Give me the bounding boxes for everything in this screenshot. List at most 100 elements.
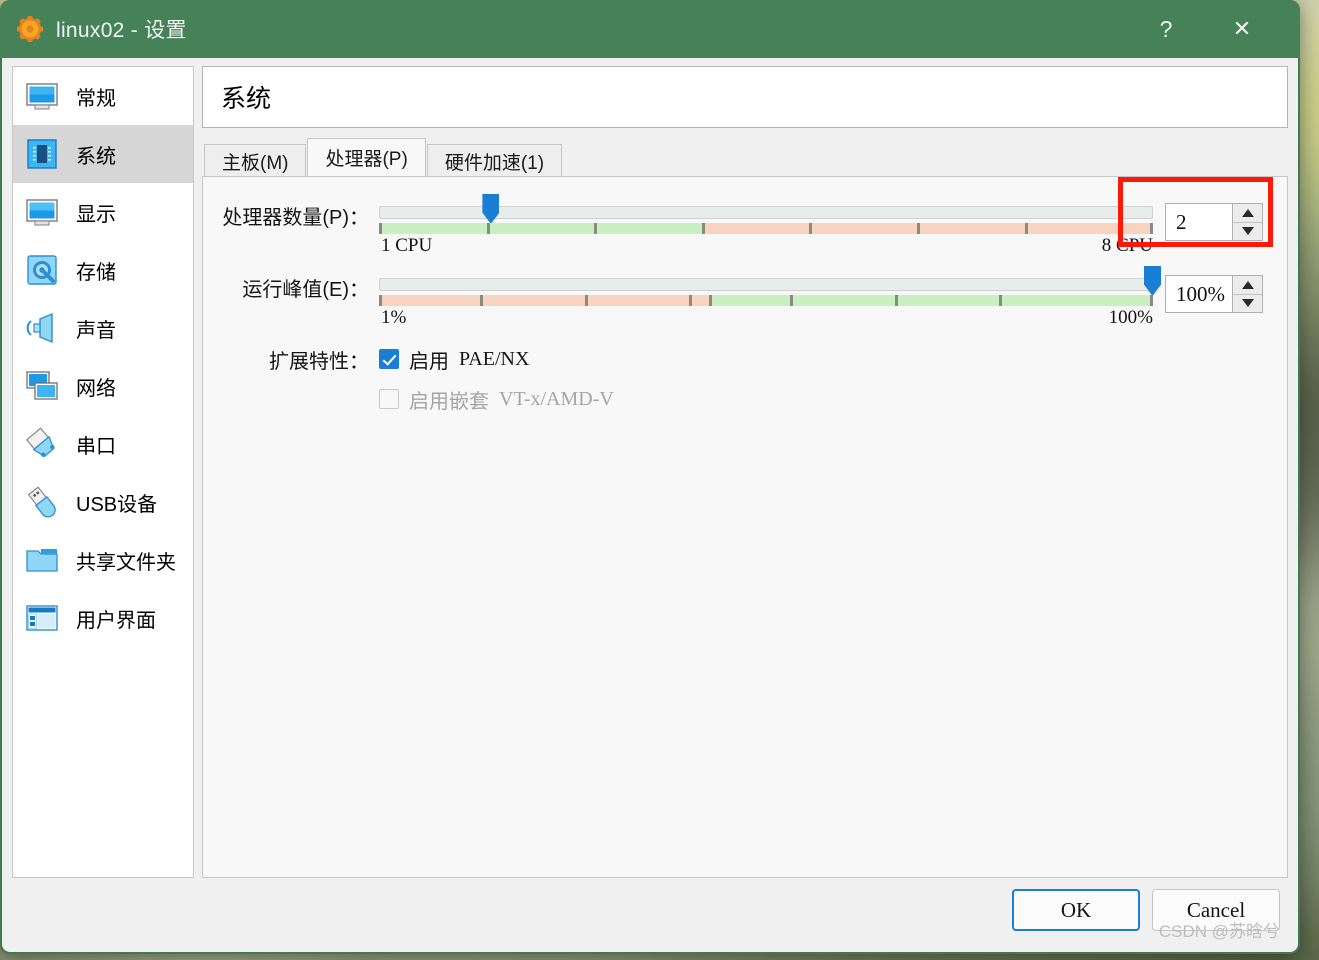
processor-count-row: 处理器数量(P)： 1 CPU 8 CPU 2 [213,194,1263,261]
execution-cap-label: 运行峰值(E)： [242,279,369,301]
page-title: 系统 [221,85,272,113]
gear-icon [16,15,44,43]
sidebar-item-serialports[interactable]: 串口 [13,415,193,473]
extended-features-row: 扩展特性： 启用 PAE/NX 启用嵌套 VT-x/AMD-V [213,343,1263,415]
sidebar-item-label: 显示 [76,203,116,226]
ok-button[interactable]: OK [1012,889,1140,931]
chip-icon [22,134,62,174]
pae-nx-checkbox[interactable] [379,349,399,369]
execution-cap-increment-button[interactable] [1233,276,1262,295]
network-icon [22,366,62,406]
processor-count-min-label: 1 CPU [381,235,433,256]
chevron-down-icon [1241,227,1254,236]
pae-nx-option[interactable]: 启用 PAE/NX [379,343,1263,375]
tab-acceleration[interactable]: 硬件加速(1) [426,144,563,178]
settings-dialog-window: linux02 - 设置 ? ✕ 常规 系统 显示 存储 声音 网络 串口 US… [0,0,1300,954]
processor-tab-panel: 处理器数量(P)： 1 CPU 8 CPU 2 运行峰值(E)： 1% 100%… [202,176,1288,878]
execution-cap-value[interactable]: 100% [1166,276,1232,312]
processor-count-spin-buttons[interactable] [1232,204,1262,240]
nested-vtx-label: 启用嵌套 [409,390,489,413]
sidebar-item-general[interactable]: 常规 [13,67,193,125]
tab-bar[interactable]: 主板(M) 处理器(P) 硬件加速(1) [202,138,1288,178]
tick-segment [919,223,1028,234]
page-header: 系统 [202,66,1288,128]
processor-count-slider[interactable]: 1 CPU 8 CPU [379,194,1154,261]
nested-vtx-code-label: VT-x/AMD-V [499,387,614,410]
tick-segment [597,223,705,234]
sidebar-item-storage[interactable]: 存储 [13,241,193,299]
sidebar-item-userinterface[interactable]: 用户界面 [13,589,193,647]
tick-segment [483,295,589,306]
execution-cap-spin-buttons[interactable] [1232,276,1262,312]
sidebar-item-label: 声音 [76,319,116,342]
userinterface-icon [22,598,62,638]
chevron-up-icon [1241,208,1254,217]
dialog-content: 常规 系统 显示 存储 声音 网络 串口 USB设备 共享文件夹 用户界面 系统… [12,66,1288,878]
sidebar-item-audio[interactable]: 声音 [13,299,193,357]
execution-cap-spinbox[interactable]: 100% [1165,275,1263,313]
execution-cap-min-label: 1% [381,307,407,328]
tick-segment [1027,223,1154,234]
sidebar-item-label: 网络 [76,377,116,400]
sidebar-item-label: 系统 [76,145,116,168]
tab-motherboard[interactable]: 主板(M) [204,144,307,178]
processor-count-label: 处理器数量(P)： [222,207,369,229]
sidebar-item-sharedfolders[interactable]: 共享文件夹 [13,531,193,589]
sidebar-item-usb[interactable]: USB设备 [13,473,193,531]
processor-count-spinbox[interactable]: 2 [1165,203,1263,241]
sidebar-item-label: 存储 [76,261,116,284]
sidebar-item-label: 串口 [76,435,116,458]
tick-segment [711,295,794,306]
help-button[interactable]: ? [1138,0,1194,58]
execution-cap-row: 运行峰值(E)： 1% 100% 100% [213,266,1263,333]
tab-processor[interactable]: 处理器(P) [307,138,426,176]
pae-nx-label: 启用 [409,350,449,373]
tick-segment [1002,295,1153,306]
pae-nx-code-label: PAE/NX [459,347,530,370]
harddisk-icon [22,250,62,290]
tick-segment [812,223,920,234]
tick-segment [897,295,1003,306]
settings-main-panel: 系统 主板(M) 处理器(P) 硬件加速(1) 处理器数量(P)： 1 CPU … [202,66,1288,878]
usb-icon [22,482,62,522]
tick-segment [379,223,490,234]
sidebar-item-network[interactable]: 网络 [13,357,193,415]
settings-category-list[interactable]: 常规 系统 显示 存储 声音 网络 串口 USB设备 共享文件夹 用户界面 [12,66,194,878]
tick-segment [692,295,713,306]
processor-count-decrement-button[interactable] [1233,222,1262,240]
title-bar: linux02 - 设置 ? ✕ [0,0,1300,58]
execution-cap-slider-handle[interactable] [1144,266,1161,296]
cancel-button[interactable]: Cancel [1152,889,1280,931]
execution-cap-decrement-button[interactable] [1233,294,1262,312]
close-button[interactable]: ✕ [1214,0,1270,58]
monitor-icon [22,76,62,116]
nested-vtx-option: 启用嵌套 VT-x/AMD-V [379,383,1263,415]
execution-cap-slider-groove[interactable] [379,266,1161,296]
sidebar-item-label: 共享文件夹 [76,551,176,574]
tick-segment [379,295,484,306]
sidebar-item-display[interactable]: 显示 [13,183,193,241]
execution-cap-scale: 1% 100% [379,307,1153,333]
dialog-footer: OK Cancel CSDN @苏晗兮 [12,878,1288,942]
tick-segment [489,223,598,234]
folder-icon [22,540,62,580]
sidebar-item-label: USB设备 [76,493,158,516]
tick-segment [587,295,693,306]
dialog-body: 常规 系统 显示 存储 声音 网络 串口 USB设备 共享文件夹 用户界面 系统… [2,58,1298,952]
processor-count-slider-handle[interactable] [482,194,500,224]
sidebar-item-system[interactable]: 系统 [13,125,193,183]
chevron-down-icon [1241,299,1254,308]
execution-cap-slider[interactable]: 1% 100% [379,266,1161,333]
processor-count-slider-groove[interactable] [379,194,1153,224]
tick-segment [704,223,813,234]
extended-features-label: 扩展特性： [269,351,369,373]
speaker-icon [22,308,62,348]
processor-count-value[interactable]: 2 [1166,204,1232,240]
sidebar-item-label: 常规 [76,87,116,110]
processor-count-tickstrip [379,223,1154,234]
processor-count-increment-button[interactable] [1233,204,1262,223]
execution-cap-max-label: 100% [1108,307,1153,328]
sidebar-item-label: 用户界面 [76,609,156,632]
nested-vtx-checkbox [379,389,399,409]
processor-count-scale: 1 CPU 8 CPU [379,235,1153,261]
